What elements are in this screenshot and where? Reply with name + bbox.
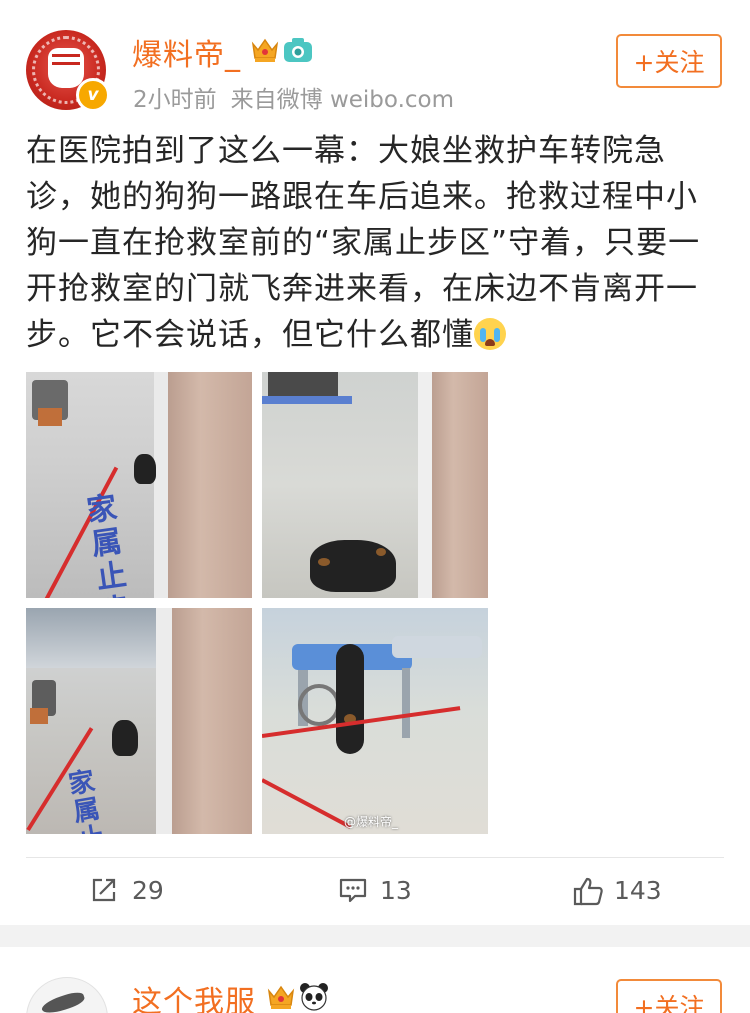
- crown-icon: [267, 985, 295, 1009]
- username[interactable]: 爆料帝_: [132, 30, 241, 74]
- comment-icon: [339, 878, 367, 903]
- post-photo-3[interactable]: 家属止步: [26, 608, 252, 834]
- post-photo-4[interactable]: @爆料帝_: [262, 608, 488, 834]
- like-icon: [573, 877, 603, 906]
- post-meta: 2小时前 来自微博 weibo.com: [133, 80, 468, 114]
- post-time: 2小时前: [133, 87, 217, 113]
- photo-door-frame: [156, 608, 172, 834]
- dog-spot: [318, 558, 330, 566]
- photo-stretcher-leg: [402, 668, 410, 738]
- photo-stool: [30, 708, 48, 724]
- post-photo-2[interactable]: [262, 372, 488, 598]
- photo-watermark: @爆料帝_: [343, 815, 398, 829]
- photo-stretcher: [392, 636, 482, 658]
- floor-line: [262, 778, 352, 829]
- floor-sign-text: 家属止步: [84, 490, 134, 598]
- next-user-avatar[interactable]: [26, 977, 108, 1013]
- feed-separator: [0, 925, 750, 947]
- photo-ceiling: [26, 608, 156, 668]
- comment-button[interactable]: 13: [338, 872, 458, 910]
- panda-icon: [300, 983, 328, 1011]
- photo-stretcher-wheel: [298, 684, 340, 726]
- repost-icon: [92, 878, 116, 902]
- photo-floor-mat: [262, 396, 352, 404]
- photo-dog: [112, 720, 138, 756]
- verified-badge-icon: v: [76, 78, 110, 112]
- photo-dog: [134, 454, 156, 484]
- camera-icon: [284, 38, 312, 62]
- photo-door-frame: [154, 372, 168, 598]
- next-post-card: 这个我服 +关注: [0, 947, 750, 1013]
- action-divider: [26, 857, 724, 858]
- like-count: 143: [614, 876, 662, 905]
- photo-dog: [336, 644, 364, 754]
- post-text-body: 在医院拍到了这么一幕：大娘坐救护车转院急诊，她的狗狗一路跟在车后追来。抢救过程中…: [26, 133, 701, 353]
- next-username[interactable]: 这个我服: [132, 977, 256, 1013]
- repost-count: 29: [132, 876, 164, 905]
- next-follow-button[interactable]: +关注: [616, 979, 722, 1013]
- avatar-bird-icon: [39, 989, 87, 1013]
- photo-door-frame: [418, 372, 432, 598]
- post-source[interactable]: 来自微博 weibo.com: [231, 87, 454, 113]
- repost-button[interactable]: 29: [90, 872, 210, 910]
- photo-stool: [38, 408, 62, 426]
- crying-emoji-icon: [474, 318, 506, 350]
- like-button[interactable]: 143: [572, 872, 712, 910]
- dog-spot: [376, 548, 386, 556]
- photo-wall: [170, 608, 252, 834]
- photo-dog: [310, 540, 396, 592]
- comment-count: 13: [380, 876, 412, 905]
- post-text: 在医院拍到了这么一幕：大娘坐救护车转院急诊，她的狗狗一路跟在车后追来。抢救过程中…: [26, 128, 726, 358]
- post-photo-1[interactable]: 家属止步: [26, 372, 252, 598]
- fist-logo-icon: [48, 48, 84, 88]
- floor-sign-text: 家属止步: [66, 766, 107, 834]
- crown-icon: [251, 38, 279, 62]
- photo-wall: [430, 372, 488, 598]
- photo-wall: [166, 372, 252, 598]
- user-avatar[interactable]: v: [26, 30, 110, 112]
- weibo-post-card: v 爆料帝_ 2小时前 来自微博 weibo.com +关注 在医院拍到了这么一幕…: [0, 0, 750, 925]
- follow-button[interactable]: +关注: [616, 34, 722, 88]
